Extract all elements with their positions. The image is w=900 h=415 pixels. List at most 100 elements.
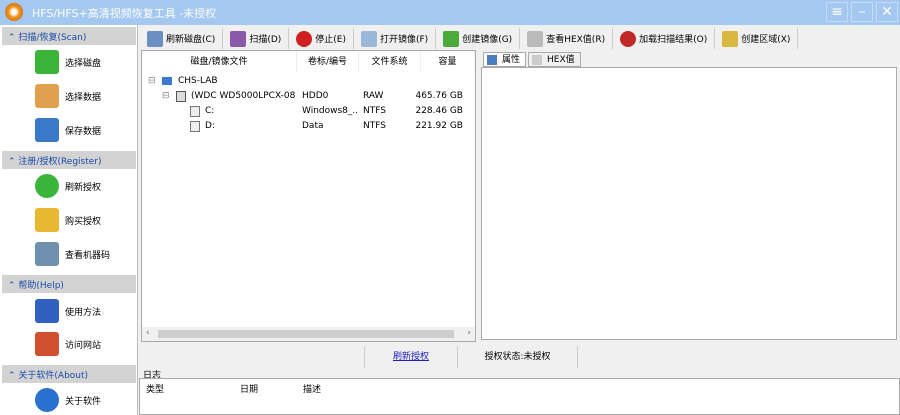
label: 使用方法 <box>65 307 102 318</box>
minimize-button[interactable]: – <box>851 2 873 22</box>
section-help[interactable]: ⌃ 帮助(Help) <box>2 275 136 293</box>
section-title: 注册/授权(Register) <box>18 157 102 167</box>
collapse-icon[interactable]: ⊟ <box>148 73 156 89</box>
computer-search-icon <box>35 242 59 266</box>
label: HEX值 <box>547 55 575 65</box>
collapse-icon[interactable]: ⊟ <box>162 88 170 104</box>
name: (WDC WD5000LPCX-08VHA <box>191 91 295 101</box>
sidebar-item-save-data[interactable]: 保存数据 <box>35 117 101 143</box>
column-header-size[interactable]: 容量 <box>421 51 475 73</box>
partition-icon <box>190 106 200 117</box>
tree-row-partition[interactable]: C: Windows8_... NTFS 228.46 GB <box>142 103 475 119</box>
section-title: 帮助(Help) <box>18 281 64 291</box>
label: Data <box>302 121 324 131</box>
open-image-button[interactable]: 打开镜像(F) <box>354 28 437 49</box>
column-header-label[interactable]: 卷标/编号 <box>297 51 359 73</box>
label: 打开镜像(F) <box>379 35 429 45</box>
column-header-disk[interactable]: 磁盘/镜像文件 <box>142 51 297 73</box>
load-results-icon <box>620 30 637 47</box>
properties-icon <box>487 55 497 65</box>
sidebar-item-about[interactable]: 关于软件 <box>35 387 101 413</box>
key-icon <box>35 208 59 232</box>
tab-hex[interactable]: HEX值 <box>528 52 581 67</box>
horizontal-scrollbar[interactable]: ‹ › <box>142 327 475 341</box>
refresh-disk-button[interactable]: 刷新磁盘(C) <box>140 28 224 49</box>
view-hex-button[interactable]: 查看HEX值(R) <box>520 28 614 49</box>
label: 关于软件 <box>65 396 102 407</box>
scroll-left-icon[interactable]: ‹ <box>146 328 150 338</box>
column-header-fs[interactable]: 文件系统 <box>359 51 421 73</box>
label: 访问网站 <box>65 340 102 351</box>
section-scan[interactable]: ⌃ 扫描/恢复(Scan) <box>2 27 136 45</box>
stop-button[interactable]: 停止(E) <box>289 28 354 49</box>
window-title: HFS/HFS+高清视频恢复工具 -未授权 <box>32 7 217 20</box>
label: 扫描(D) <box>249 35 282 45</box>
name: C: <box>205 106 215 116</box>
label: 创建镜像(G) <box>462 35 513 45</box>
label: HDD0 <box>302 91 329 101</box>
label: 购买授权 <box>65 216 102 227</box>
close-button[interactable]: ✕ <box>876 2 898 22</box>
tree-row-computer[interactable]: ⊟ CHS-LAB <box>142 73 475 89</box>
fs: RAW <box>363 91 384 101</box>
help-book-icon <box>35 299 59 323</box>
label: 选择数据 <box>65 92 102 103</box>
save-icon <box>35 118 59 142</box>
menu-button[interactable]: ≡ <box>826 2 848 22</box>
name: D: <box>205 121 215 131</box>
scroll-right-icon[interactable]: › <box>467 328 471 338</box>
column-header-description[interactable]: 描述 <box>303 382 321 395</box>
stop-icon <box>296 30 313 47</box>
sidebar-item-website[interactable]: 访问网站 <box>35 331 101 357</box>
sidebar-item-usage[interactable]: 使用方法 <box>35 298 101 324</box>
plus-icon <box>35 50 59 74</box>
sidebar-item-buy-license[interactable]: 购买授权 <box>35 207 101 233</box>
column-header-date[interactable]: 日期 <box>240 382 258 395</box>
tree-row-disk[interactable]: ⊟ (WDC WD5000LPCX-08VHA HDD0 RAW 465.76 GB <box>142 88 475 104</box>
toolbar: 刷新磁盘(C) 扫描(D) 停止(E) 打开镜像(F) 创建镜像(G) 查看HE… <box>140 27 900 50</box>
disk-table: 磁盘/镜像文件 卷标/编号 文件系统 容量 ⊟ CHS-LAB ⊟ (WDC WD5… <box>141 50 476 342</box>
sidebar-item-machine-code[interactable]: 查看机器码 <box>35 241 110 267</box>
label: 选择磁盘 <box>65 58 102 69</box>
create-image-icon <box>443 30 460 47</box>
auth-status: 授权状态:未授权 <box>458 346 578 368</box>
label: 刷新磁盘(C) <box>166 35 216 45</box>
label: 查看HEX值(R) <box>546 35 606 45</box>
create-region-icon <box>722 30 739 47</box>
status-empty <box>140 346 365 368</box>
sidebar-item-select-disk[interactable]: 选择磁盘 <box>35 49 101 75</box>
sidebar: ⌃ 扫描/恢复(Scan) 选择磁盘 选择数据 保存数据 ⌃ 注册/授权(Reg… <box>0 25 138 415</box>
sidebar-item-refresh-license[interactable]: 刷新授权 <box>35 173 101 199</box>
section-title: 关于软件(About) <box>18 371 89 381</box>
scan-button[interactable]: 扫描(D) <box>223 28 290 49</box>
section-register[interactable]: ⌃ 注册/授权(Register) <box>2 151 136 169</box>
log-table: 类型 日期 描述 <box>139 378 900 415</box>
open-image-icon <box>360 30 377 47</box>
properties-panel: 属性 HEX值 <box>480 50 898 342</box>
title-bar: HFS/HFS+高清视频恢复工具 -未授权 ≡ – ✕ <box>0 0 900 25</box>
label: Windows8_... <box>302 106 357 116</box>
home-globe-icon <box>35 332 59 356</box>
create-region-button[interactable]: 创建区域(X) <box>715 28 799 49</box>
refresh-disk-icon <box>147 30 163 47</box>
partition-icon <box>190 121 200 132</box>
create-image-button[interactable]: 创建镜像(G) <box>436 28 521 49</box>
label: 停止(E) <box>315 35 346 45</box>
clipboard-icon <box>35 84 59 108</box>
refresh-icon <box>35 174 59 198</box>
refresh-license-link[interactable]: 刷新授权 <box>393 352 429 362</box>
label: 查看机器码 <box>65 250 111 261</box>
load-scan-results-button[interactable]: 加载扫描结果(O) <box>613 28 716 49</box>
section-about[interactable]: ⌃ 关于软件(About) <box>2 365 136 383</box>
tab-properties[interactable]: 属性 <box>483 52 527 67</box>
tree-row-partition[interactable]: D: Data NTFS 221.92 GB <box>142 118 475 134</box>
disk-icon <box>176 91 186 102</box>
column-header-type[interactable]: 类型 <box>146 382 164 395</box>
size: 221.92 GB <box>415 121 463 131</box>
scroll-thumb[interactable] <box>158 330 454 338</box>
properties-grid <box>481 67 897 340</box>
sidebar-item-select-data[interactable]: 选择数据 <box>35 83 101 109</box>
fs: NTFS <box>363 121 386 131</box>
name: CHS-LAB <box>178 76 218 86</box>
label: 属性 <box>502 55 521 65</box>
